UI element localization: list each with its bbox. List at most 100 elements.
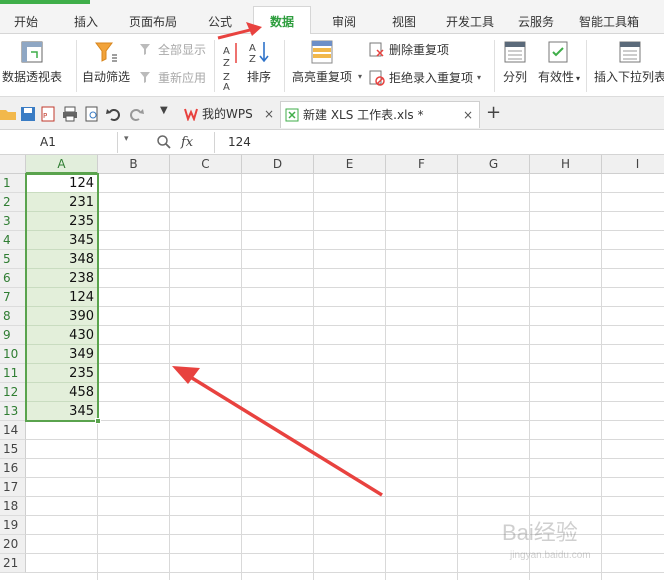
tab-developer[interactable]: 开发工具 <box>440 10 500 34</box>
row-header[interactable]: 17 <box>0 478 26 497</box>
row-header[interactable]: 2 <box>0 193 26 212</box>
doc-tab-workbook[interactable]: 新建 XLS 工作表.xls * × <box>280 101 480 128</box>
tab-formulas[interactable]: 公式 <box>200 10 240 34</box>
row-header[interactable]: 11 <box>0 364 26 383</box>
show-all-label: 全部显示 <box>158 43 207 57</box>
save-icon[interactable] <box>20 106 36 122</box>
new-tab-plus-icon[interactable]: + <box>486 102 501 123</box>
reject-duplicates-icon <box>369 70 385 86</box>
sort-button[interactable]: A Z 排序 <box>246 40 272 85</box>
cell-a4[interactable]: 345 <box>26 231 98 250</box>
highlight-duplicates-button[interactable]: 高亮重复项 <box>292 40 352 85</box>
row-header[interactable]: 6 <box>0 269 26 288</box>
cell-a11[interactable]: 235 <box>26 364 98 383</box>
column-header-g[interactable]: G <box>458 155 530 174</box>
remove-duplicates-button[interactable]: 删除重复项 <box>369 41 449 58</box>
dropdown-list-icon <box>619 41 641 63</box>
print-icon[interactable] <box>62 106 78 122</box>
tab-smart-toolbox[interactable]: 智能工具箱 <box>576 10 642 34</box>
column-header-h[interactable]: H <box>530 155 602 174</box>
row-header[interactable]: 19 <box>0 516 26 535</box>
show-all-button[interactable]: 全部显示 <box>138 41 206 58</box>
row-header[interactable]: 12 <box>0 383 26 402</box>
ribbon-divider <box>494 40 495 92</box>
row-header[interactable]: 8 <box>0 307 26 326</box>
row-header[interactable]: 5 <box>0 250 26 269</box>
row-header[interactable]: 14 <box>0 421 26 440</box>
tab-data[interactable]: 数据 <box>253 6 311 35</box>
cell-a9[interactable]: 430 <box>26 326 98 345</box>
insert-function-fx-icon[interactable]: fx <box>181 132 193 153</box>
formula-input[interactable]: 124 <box>228 132 251 153</box>
remove-duplicates-label: 删除重复项 <box>389 43 450 57</box>
ribbon-divider <box>76 40 77 92</box>
tab-page-layout[interactable]: 页面布局 <box>124 10 182 34</box>
cell-a13[interactable]: 345 <box>26 402 98 421</box>
export-pdf-icon[interactable]: P <box>40 106 56 122</box>
column-header-c[interactable]: C <box>170 155 242 174</box>
close-icon[interactable]: × <box>264 101 274 127</box>
row-header[interactable]: 21 <box>0 554 26 573</box>
split-columns-icon <box>504 41 526 63</box>
row-header[interactable]: 4 <box>0 231 26 250</box>
tab-review[interactable]: 审阅 <box>324 10 364 34</box>
cell-a1[interactable]: 124 <box>26 174 98 193</box>
dropdown-arrow-icon[interactable]: ▾ <box>358 72 362 81</box>
row-header[interactable]: 13 <box>0 402 26 421</box>
pivot-table-button[interactable]: 数据透视表 <box>2 40 62 85</box>
column-header-a[interactable]: A <box>26 155 98 174</box>
name-box[interactable]: A1 <box>0 132 118 153</box>
autofilter-button[interactable]: 自动筛选 <box>82 40 130 85</box>
row-header[interactable]: 10 <box>0 345 26 364</box>
column-header-d[interactable]: D <box>242 155 314 174</box>
validation-text: 有效性 <box>538 70 575 84</box>
column-header-i[interactable]: I <box>602 155 664 174</box>
validation-label: 有效性 ▾ <box>538 68 580 85</box>
cell-a3[interactable]: 235 <box>26 212 98 231</box>
row-header[interactable]: 16 <box>0 459 26 478</box>
tab-view[interactable]: 视图 <box>384 10 424 34</box>
validation-button[interactable]: 有效性 ▾ <box>538 40 580 85</box>
tab-insert[interactable]: 插入 <box>66 10 106 34</box>
cell-a5[interactable]: 348 <box>26 250 98 269</box>
row-header[interactable]: 3 <box>0 212 26 231</box>
redo-icon[interactable] <box>128 106 144 122</box>
column-header-b[interactable]: B <box>98 155 170 174</box>
tab-home[interactable]: 开始 <box>6 10 46 34</box>
row-header[interactable]: 9 <box>0 326 26 345</box>
svg-text:A: A <box>223 82 230 90</box>
cell-a10[interactable]: 349 <box>26 345 98 364</box>
cell-a8[interactable]: 390 <box>26 307 98 326</box>
row-header[interactable]: 15 <box>0 440 26 459</box>
row-header[interactable]: 1 <box>0 174 26 193</box>
close-icon[interactable]: × <box>463 102 473 128</box>
row-header[interactable]: 7 <box>0 288 26 307</box>
sort-ascending-icon[interactable]: A Z Z A <box>222 40 240 90</box>
column-header-f[interactable]: F <box>386 155 458 174</box>
open-folder-icon[interactable] <box>0 106 16 122</box>
autofilter-label: 自动筛选 <box>82 70 131 84</box>
cell-a2[interactable]: 231 <box>26 193 98 212</box>
filter-clear-icon <box>140 43 150 55</box>
fill-handle[interactable] <box>95 418 101 424</box>
text-to-columns-button[interactable]: 分列 <box>502 40 528 85</box>
name-box-chevron-down-icon[interactable]: ▾ <box>124 134 129 144</box>
select-all-corner[interactable] <box>0 155 26 174</box>
customize-toolbar-chevron-down-icon[interactable]: ▼ <box>160 105 168 116</box>
tab-cloud[interactable]: 云服务 <box>512 10 560 34</box>
cell-a12[interactable]: 458 <box>26 383 98 402</box>
doc-tab-label: 新建 XLS 工作表.xls * <box>303 108 424 122</box>
column-header-e[interactable]: E <box>314 155 386 174</box>
reapply-button[interactable]: 重新应用 <box>138 69 206 86</box>
print-preview-icon[interactable] <box>84 106 100 122</box>
svg-text:Z: Z <box>223 58 230 69</box>
cell-a6[interactable]: 238 <box>26 269 98 288</box>
row-header[interactable]: 18 <box>0 497 26 516</box>
row-header[interactable]: 20 <box>0 535 26 554</box>
doc-tab-my-wps[interactable]: 我的WPS × <box>180 101 280 128</box>
cell-a7[interactable]: 124 <box>26 288 98 307</box>
insert-dropdown-list-button[interactable]: 插入下拉列表 <box>594 40 664 85</box>
zoom-search-icon[interactable] <box>156 134 172 150</box>
reject-duplicates-button[interactable]: 拒绝录入重复项 ▾ <box>369 69 481 86</box>
undo-icon[interactable] <box>106 106 122 122</box>
